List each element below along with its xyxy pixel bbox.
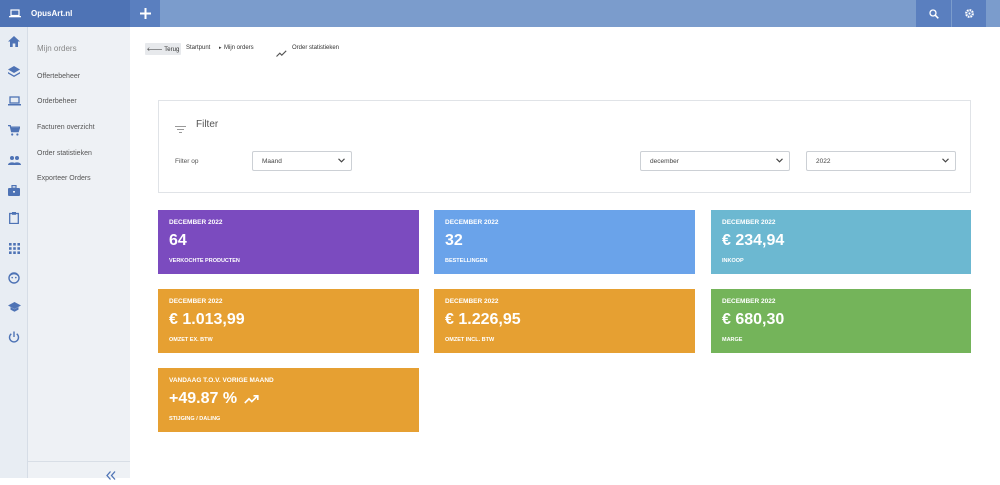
sub-navigation: Mijn orders Offertebeheer Orderbeheer Fa… bbox=[28, 27, 130, 480]
tile-label: VERKOCHTE PRODUCTEN bbox=[169, 258, 240, 264]
tile-period: DECEMBER 2022 bbox=[722, 219, 776, 226]
tile-period: VANDAAG T.O.V. VORIGE MAAND bbox=[169, 377, 274, 384]
month-select[interactable]: december bbox=[640, 151, 790, 171]
tile-label: MARGE bbox=[722, 337, 743, 343]
stat-tile-omzet-incl-btw: DECEMBER 2022 € 1.226,95 OMZET INCL. BTW bbox=[434, 289, 695, 353]
laptop-icon[interactable] bbox=[7, 94, 21, 108]
tile-label: STIJGING / DALING bbox=[169, 416, 221, 422]
gear-icon bbox=[964, 9, 974, 18]
subnav-title: Mijn orders bbox=[37, 44, 77, 53]
stat-tile-inkoop: DECEMBER 2022 € 234,94 INKOOP bbox=[711, 210, 971, 274]
tile-value: +49.87 % bbox=[169, 390, 259, 408]
period-type-select[interactable]: Maand bbox=[252, 151, 352, 171]
stat-tile-stijging-daling: VANDAAG T.O.V. VORIGE MAAND +49.87 % STI… bbox=[158, 368, 419, 432]
chevron-down-icon bbox=[942, 158, 949, 163]
tile-value: € 234,94 bbox=[722, 232, 785, 249]
trending-up-icon bbox=[276, 44, 287, 62]
breadcrumb-separator: ▸ bbox=[219, 45, 222, 51]
tile-value: 64 bbox=[169, 232, 187, 249]
add-button[interactable] bbox=[130, 0, 160, 27]
year-select[interactable]: 2022 bbox=[806, 151, 956, 171]
tile-value: € 1.226,95 bbox=[445, 311, 521, 328]
tile-value: € 1.013,99 bbox=[169, 311, 245, 328]
brand-name: OpusArt.nl bbox=[31, 9, 73, 18]
double-chevron-left-icon[interactable] bbox=[106, 467, 116, 485]
breadcrumb-mijn-orders[interactable]: Mijn orders bbox=[224, 45, 254, 51]
settings-button[interactable] bbox=[951, 0, 986, 27]
period-type-value: Maand bbox=[262, 157, 282, 165]
plus-icon bbox=[139, 8, 151, 19]
tile-value: 32 bbox=[445, 232, 463, 249]
chevron-down-icon bbox=[338, 158, 345, 163]
tile-period: DECEMBER 2022 bbox=[445, 219, 499, 226]
tile-period: DECEMBER 2022 bbox=[169, 298, 223, 305]
breadcrumb-startpunt[interactable]: Startpunt bbox=[186, 45, 210, 51]
stat-tile-omzet-ex-btw: DECEMBER 2022 € 1.013,99 OMZET EX. BTW bbox=[158, 289, 419, 353]
filter-panel: Filter Filter op Maand december 2022 bbox=[158, 100, 971, 193]
tile-label: INKOOP bbox=[722, 258, 744, 264]
year-value: 2022 bbox=[816, 157, 831, 165]
icon-rail bbox=[0, 27, 28, 478]
cart-icon[interactable] bbox=[7, 123, 21, 137]
school-icon[interactable] bbox=[7, 300, 21, 314]
tile-label: OMZET EX. BTW bbox=[169, 337, 213, 343]
tile-value: € 680,30 bbox=[722, 311, 785, 328]
tile-period: DECEMBER 2022 bbox=[169, 219, 223, 226]
filter-title: Filter bbox=[196, 119, 219, 130]
breadcrumb-current: Order statistieken bbox=[292, 45, 340, 51]
clipboard-icon[interactable] bbox=[7, 211, 21, 225]
tile-value-text: +49.87 % bbox=[169, 390, 238, 407]
tile-label: BESTELLINGEN bbox=[445, 258, 488, 264]
subnav-item-facturen[interactable]: Facturen overzicht bbox=[37, 124, 95, 131]
month-value: december bbox=[650, 157, 679, 165]
tile-period: DECEMBER 2022 bbox=[445, 298, 499, 305]
power-icon[interactable] bbox=[7, 330, 21, 344]
search-button[interactable] bbox=[916, 0, 951, 27]
tile-label: OMZET INCL. BTW bbox=[445, 337, 495, 343]
briefcase-icon[interactable] bbox=[7, 183, 21, 197]
brand[interactable]: OpusArt.nl bbox=[0, 0, 130, 27]
back-button[interactable]: 🡐 Terug bbox=[145, 43, 181, 55]
subnav-item-offertebeheer[interactable]: Offertebeheer bbox=[37, 73, 80, 80]
apps-icon[interactable] bbox=[7, 241, 21, 255]
subnav-item-orderbeheer[interactable]: Orderbeheer bbox=[37, 98, 77, 105]
filter-label: Filter op bbox=[175, 158, 199, 165]
subnav-item-order-statistieken[interactable]: Order statistieken bbox=[37, 150, 92, 157]
home-icon[interactable] bbox=[7, 34, 21, 48]
laptop-icon bbox=[9, 9, 21, 18]
stat-tile-marge: DECEMBER 2022 € 680,30 MARGE bbox=[711, 289, 971, 353]
stat-tile-verkochte-producten: DECEMBER 2022 64 VERKOCHTE PRODUCTEN bbox=[158, 210, 419, 274]
layers-icon[interactable] bbox=[7, 64, 21, 78]
face-icon[interactable] bbox=[7, 271, 21, 285]
search-icon bbox=[928, 8, 939, 19]
users-icon[interactable] bbox=[7, 153, 21, 167]
tile-period: DECEMBER 2022 bbox=[722, 298, 776, 305]
stat-tile-bestellingen: DECEMBER 2022 32 BESTELLINGEN bbox=[434, 210, 695, 274]
chevron-down-icon bbox=[776, 158, 783, 163]
filter-icon bbox=[175, 120, 186, 138]
trending-up-icon bbox=[244, 394, 259, 404]
subnav-item-exporteer-orders[interactable]: Exporteer Orders bbox=[37, 175, 91, 182]
